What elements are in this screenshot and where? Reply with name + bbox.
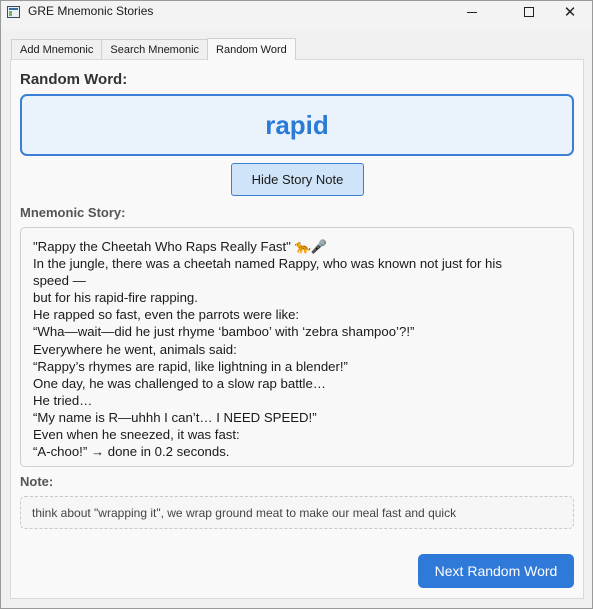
story-line: “My name is R—uhhh I can’t… I NEED SPEED… (33, 409, 317, 425)
random-word-display: rapid (20, 94, 574, 156)
mnemonic-story-box[interactable]: "Rappy the Cheetah Who Raps Really Fast"… (20, 227, 574, 467)
tab-bar: Add Mnemonic Search Mnemonic Random Word (11, 38, 296, 60)
tab-search-mnemonic[interactable]: Search Mnemonic (101, 39, 209, 60)
story-line: In the jungle, there was a cheetah named… (33, 256, 502, 272)
hide-story-note-button[interactable]: Hide Story Note (231, 163, 364, 196)
app-window: GRE Mnemonic Stories ✕ Add Mnemonic Sear… (0, 0, 593, 609)
minimize-button[interactable] (449, 1, 495, 23)
close-button[interactable]: ✕ (547, 1, 593, 23)
story-line: One day, he was challenged to a slow rap… (33, 375, 326, 391)
app-icon (7, 6, 20, 18)
maximize-icon (524, 7, 534, 17)
random-word-text: rapid (265, 109, 329, 140)
note-heading: Note: (20, 474, 54, 489)
next-random-word-button[interactable]: Next Random Word (418, 554, 574, 588)
story-line: “Wha—wait—did he just rhyme ‘bamboo’ wit… (33, 324, 415, 340)
story-line: “Rappy’s rhymes are rapid, like lightnin… (33, 358, 348, 374)
tab-add-mnemonic[interactable]: Add Mnemonic (11, 39, 103, 60)
story-line: “A-choo!” → done in 0.2 seconds. (33, 444, 230, 460)
story-line: speed — (33, 273, 86, 289)
story-line: He tried… (33, 392, 93, 408)
note-box[interactable]: think about "wrapping it", we wrap groun… (20, 496, 574, 529)
close-icon: ✕ (563, 2, 577, 21)
story-line: but for his rapid-fire rapping. (33, 290, 198, 306)
random-word-heading: Random Word: (20, 71, 128, 88)
mnemonic-story-heading: Mnemonic Story: (20, 205, 126, 220)
title-bar: GRE Mnemonic Stories ✕ (1, 1, 592, 31)
story-line: Everywhere he went, animals said: (33, 341, 237, 357)
story-line: He rapped so fast, even the parrots were… (33, 307, 300, 323)
story-line: "Rappy the Cheetah Who Raps Really Fast"… (33, 239, 328, 254)
maximize-button[interactable] (506, 1, 552, 23)
tab-random-word[interactable]: Random Word (207, 38, 296, 60)
story-line: Even when he sneezed, it was fast: (33, 427, 240, 443)
note-text: think about "wrapping it", we wrap groun… (32, 505, 457, 520)
window-title: GRE Mnemonic Stories (28, 4, 154, 18)
minimize-icon (467, 11, 477, 13)
